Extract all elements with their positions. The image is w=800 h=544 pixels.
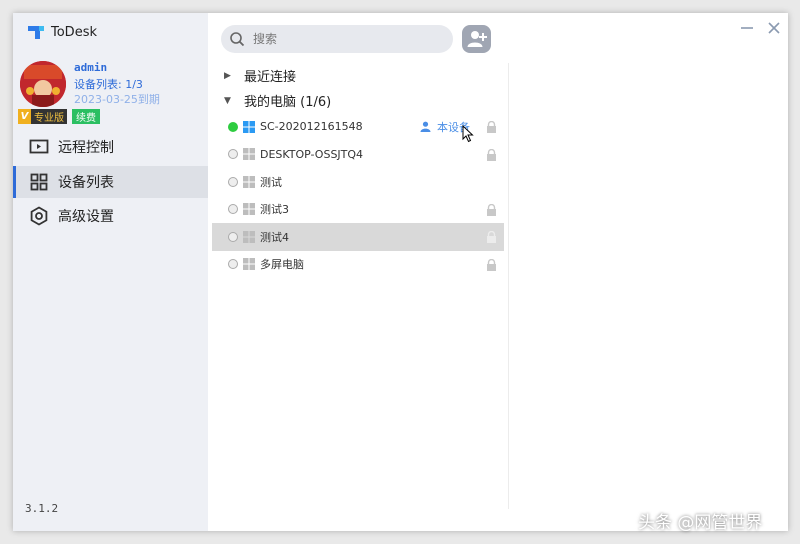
windows-icon xyxy=(243,230,255,243)
gear-icon xyxy=(29,206,49,226)
search-input[interactable] xyxy=(251,31,445,47)
add-device-button[interactable] xyxy=(462,25,491,53)
online-status-dot xyxy=(228,121,238,132)
watermark: 头条 @网管世界 xyxy=(638,513,763,533)
device-count: 设备列表: 1/3 xyxy=(74,78,143,91)
app-version: 3.1.2 xyxy=(25,502,59,515)
device-row[interactable]: DESKTOP-OSSJTQ4 xyxy=(212,141,504,169)
device-row[interactable]: 测试 xyxy=(212,168,504,196)
add-user-icon xyxy=(467,31,487,47)
close-icon xyxy=(768,22,780,34)
nav-label: 高级设置 xyxy=(58,209,114,225)
pro-badge-label: 专业版 xyxy=(34,113,64,124)
group-recent[interactable]: ▶ 最近连接 xyxy=(212,63,504,88)
windows-icon xyxy=(243,258,255,271)
offline-status-dot xyxy=(228,176,238,187)
lock-icon xyxy=(487,148,496,161)
device-name: 测试3 xyxy=(260,203,289,217)
pane-divider xyxy=(508,63,509,509)
windows-icon xyxy=(243,175,255,188)
nav-label: 远程控制 xyxy=(58,140,114,156)
search-icon xyxy=(230,32,245,47)
user-icon xyxy=(420,121,431,133)
device-row[interactable]: 测试3 xyxy=(212,196,504,224)
windows-icon xyxy=(243,148,255,161)
username: admin xyxy=(74,61,108,74)
monitor-icon xyxy=(29,137,49,157)
todesk-logo-icon xyxy=(28,26,44,39)
close-button[interactable] xyxy=(765,19,783,37)
group-my-computers[interactable]: ▼ 我的电脑 (1/6) xyxy=(212,88,504,113)
chevron-down-icon: ▼ xyxy=(224,95,231,106)
search-box[interactable] xyxy=(221,25,453,53)
device-name: DESKTOP-OSSJTQ4 xyxy=(260,147,364,161)
device-list: ▶ 最近连接 ▼ 我的电脑 (1/6) SC-202012161548 本设备 … xyxy=(212,63,504,278)
lock-icon xyxy=(487,231,496,243)
renew-button[interactable]: 续费 xyxy=(72,109,100,124)
app-name: ToDesk xyxy=(51,24,97,40)
offline-status-dot xyxy=(228,204,238,215)
chevron-right-icon: ▶ xyxy=(224,70,231,81)
device-name: 多屏电脑 xyxy=(260,258,304,272)
windows-icon xyxy=(243,120,255,133)
device-name: 测试 xyxy=(260,175,282,189)
pro-badge: V 专业版 xyxy=(18,109,67,124)
avatar[interactable] xyxy=(20,61,66,107)
lock-icon xyxy=(487,258,496,271)
nav-remote-control[interactable]: 远程控制 xyxy=(13,131,208,163)
brand: ToDesk xyxy=(27,21,97,43)
lock-icon xyxy=(487,121,496,133)
offline-status-dot xyxy=(228,259,238,270)
app-window: ToDesk admin 设备列表: 1/3 2023-03-25到期 V 专业… xyxy=(13,13,788,531)
offline-status-dot xyxy=(228,231,238,242)
offline-status-dot xyxy=(228,149,238,160)
minimize-icon xyxy=(741,27,753,29)
device-name: SC-202012161548 xyxy=(260,120,363,134)
nav-advanced-settings[interactable]: 高级设置 xyxy=(13,200,208,232)
minimize-button[interactable] xyxy=(738,19,756,37)
group-label: 我的电脑 (1/6) xyxy=(244,95,332,110)
nav-device-list[interactable]: 设备列表 xyxy=(13,166,208,198)
windows-icon xyxy=(243,203,255,216)
grid-icon xyxy=(29,172,49,192)
group-label: 最近连接 xyxy=(244,70,297,85)
sidebar: ToDesk admin 设备列表: 1/3 2023-03-25到期 V 专业… xyxy=(13,13,208,531)
expire-date: 2023-03-25到期 xyxy=(74,93,160,106)
device-row-selected[interactable]: 测试4 xyxy=(212,223,504,251)
device-row[interactable]: SC-202012161548 本设备 xyxy=(212,113,504,141)
mouse-cursor-icon xyxy=(462,125,474,143)
lock-icon xyxy=(487,203,496,216)
device-row[interactable]: 多屏电脑 xyxy=(212,251,504,279)
pro-badge-mark: V xyxy=(18,109,31,124)
nav-label: 设备列表 xyxy=(58,175,114,191)
badges: V 专业版 续费 xyxy=(18,109,100,124)
device-name: 测试4 xyxy=(260,230,289,244)
